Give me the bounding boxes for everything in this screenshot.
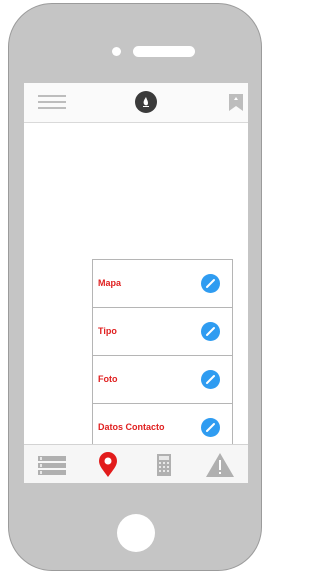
- data-menu: Mapa Tipo Foto Datos Contacto: [92, 259, 233, 454]
- pencil-icon: [206, 327, 215, 336]
- tab-bar: [24, 444, 248, 483]
- edit-foto-button[interactable]: [201, 370, 220, 389]
- hamburger-menu-icon[interactable]: [38, 95, 66, 109]
- map-pin-icon: [99, 452, 117, 477]
- pencil-icon: [206, 423, 215, 432]
- pencil-icon: [206, 279, 215, 288]
- edit-tipo-button[interactable]: [201, 322, 220, 341]
- pencil-icon: [206, 375, 215, 384]
- menu-item-label: Mapa: [98, 278, 122, 288]
- edit-mapa-button[interactable]: [201, 274, 220, 293]
- camera-icon: [112, 47, 121, 56]
- menu-item-foto[interactable]: Foto: [93, 356, 232, 404]
- list-icon: [38, 456, 66, 475]
- app-logo-icon: [135, 91, 157, 113]
- edit-datos-contacto-button[interactable]: [201, 418, 220, 437]
- tab-alerts[interactable]: [192, 445, 248, 483]
- menu-item-mapa[interactable]: Mapa: [93, 260, 232, 308]
- menu-item-label: Datos Contacto: [98, 422, 165, 432]
- menu-item-tipo[interactable]: Tipo: [93, 308, 232, 356]
- tab-calculator[interactable]: [136, 445, 192, 483]
- menu-item-label: Tipo: [98, 326, 117, 336]
- menu-item-label: Foto: [98, 374, 118, 384]
- content-area: Mapa Tipo Foto Datos Contacto: [24, 123, 248, 454]
- tab-list[interactable]: [24, 445, 80, 483]
- calculator-icon: [157, 454, 171, 476]
- speaker-grille: [133, 46, 195, 57]
- app-screen: Mapa Tipo Foto Datos Contacto: [24, 83, 248, 483]
- bookmark-icon[interactable]: [229, 94, 243, 111]
- tab-map[interactable]: [80, 445, 136, 483]
- warning-icon: [206, 453, 234, 477]
- top-bar: [24, 83, 248, 123]
- home-button[interactable]: [117, 514, 155, 552]
